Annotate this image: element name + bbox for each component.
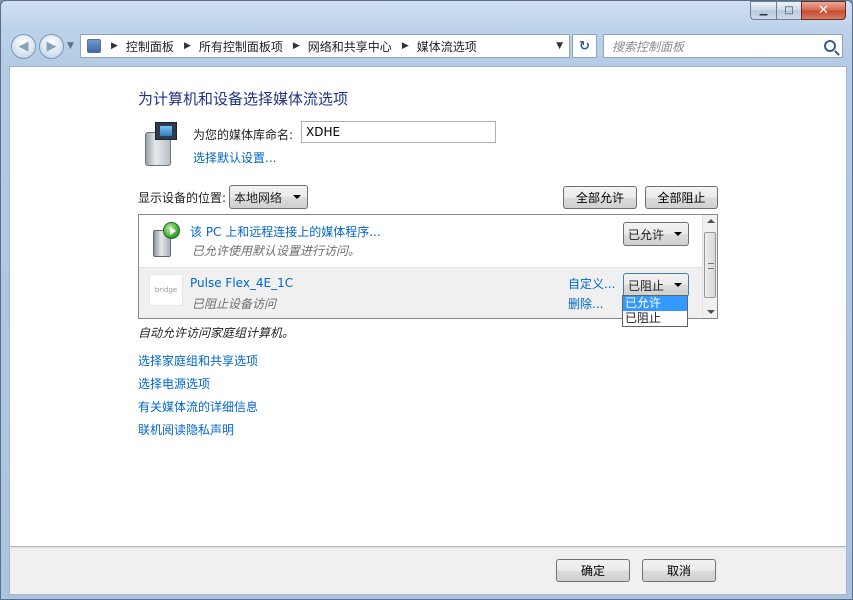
device-access-dropdown[interactable]: 已阻止 [623, 273, 689, 297]
device-row[interactable]: 该 PC 上和远程连接上的媒体程序... 已允许使用默认设置进行访问。 已允许 [139, 215, 703, 267]
refresh-icon: ↻ [579, 38, 590, 54]
caption-buttons: ▁ □ ✕ [750, 1, 846, 20]
homegroup-note: 自动允许访问家庭组计算机。 [138, 326, 295, 340]
scroll-up-icon[interactable] [707, 219, 715, 223]
library-name-label: 为您的媒体库命名: [193, 128, 294, 142]
back-arrow-icon: ◀ [18, 39, 29, 54]
customize-link[interactable]: 自定义... [568, 275, 615, 292]
chevron-down-icon [674, 232, 682, 236]
forward-arrow-icon: ▶ [46, 39, 57, 54]
library-name-input[interactable] [301, 121, 496, 143]
device-title[interactable]: 该 PC 上和远程连接上的媒体程序... [190, 223, 381, 240]
address-dropdown-icon[interactable]: ▼ [556, 41, 563, 51]
chevron-right-icon[interactable]: ▶ [402, 41, 409, 51]
device-title[interactable]: Pulse Flex_4E_1C [190, 276, 293, 290]
breadcrumb-media-streaming[interactable]: 媒体流选项 [417, 38, 477, 55]
related-links: 选择家庭组和共享选项 选择电源选项 有关媒体流的详细信息 联机阅读隐私声明 [138, 352, 258, 438]
minimize-icon: ▁ [759, 5, 768, 16]
vertical-scrollbar[interactable] [702, 215, 717, 318]
cancel-button[interactable]: 取消 [642, 559, 716, 582]
search-icon[interactable] [824, 40, 836, 52]
access-dropdown-list[interactable]: 已允许 已阻止 [622, 295, 688, 327]
chevron-right-icon[interactable]: ▶ [111, 41, 118, 51]
dropdown-option-blocked[interactable]: 已阻止 [623, 311, 687, 326]
scroll-thumb[interactable] [704, 232, 716, 298]
allow-all-button[interactable]: 全部允许 [563, 186, 637, 209]
breadcrumb-all-items[interactable]: 所有控制面板项 [199, 38, 283, 55]
search-box[interactable]: 搜索控制面板 [603, 34, 843, 58]
show-devices-dropdown[interactable]: 本地网络 [229, 185, 308, 209]
chevron-right-icon[interactable]: ▶ [184, 41, 191, 51]
dialog-footer: 确定 取消 [9, 547, 847, 595]
address-bar[interactable]: ▶ 控制面板 ▶ 所有控制面板项 ▶ 网络和共享中心 ▶ 媒体流选项 ▼ [80, 34, 570, 58]
device-row[interactable]: bridge Pulse Flex_4E_1C 已阻止设备访问 自定义... 删… [139, 267, 703, 318]
content-pane: 为计算机和设备选择媒体流选项 为您的媒体库命名: 选择默认设置... 显示设备的… [9, 66, 847, 547]
chevron-down-icon [674, 283, 682, 287]
show-devices-value: 本地网络 [234, 190, 283, 205]
back-button[interactable]: ◀ [11, 34, 36, 59]
device-status: 已允许使用默认设置进行访问。 [192, 244, 361, 258]
choose-default-settings-link[interactable]: 选择默认设置... [193, 149, 276, 166]
bridge-logo: bridge [149, 274, 183, 306]
media-library-icon [141, 120, 181, 168]
scroll-down-icon[interactable] [707, 310, 715, 314]
maximize-icon: □ [784, 5, 794, 16]
close-icon: ✕ [818, 3, 829, 18]
device-access-value: 已阻止 [628, 278, 665, 293]
dropdown-option-allowed[interactable]: 已允许 [623, 296, 687, 311]
forward-button[interactable]: ▶ [39, 34, 64, 59]
refresh-button[interactable]: ↻ [572, 34, 597, 58]
search-input[interactable]: 搜索控制面板 [612, 38, 684, 55]
show-devices-label: 显示设备的位置: [138, 191, 227, 205]
page-title: 为计算机和设备选择媒体流选项 [138, 90, 349, 108]
maximize-button[interactable]: □ [776, 1, 801, 20]
media-streaming-window: ▁ □ ✕ ◀ ▶ ▼ ▶ 控制面板 ▶ 所有控制面板项 ▶ 网络和共享中心 ▶… [0, 0, 853, 600]
chevron-down-icon [293, 195, 301, 199]
breadcrumb-network-center[interactable]: 网络和共享中心 [308, 38, 392, 55]
block-all-button[interactable]: 全部阻止 [645, 186, 718, 209]
device-access-dropdown[interactable]: 已允许 [623, 222, 689, 246]
breadcrumb-control-panel[interactable]: 控制面板 [126, 38, 174, 55]
device-status: 已阻止设备访问 [192, 297, 277, 311]
power-options-link[interactable]: 选择电源选项 [138, 375, 258, 392]
privacy-statement-link[interactable]: 联机阅读隐私声明 [138, 421, 258, 438]
close-button[interactable]: ✕ [801, 1, 846, 20]
control-panel-icon [87, 39, 101, 53]
recent-pages-dropdown[interactable]: ▼ [67, 41, 74, 51]
device-access-value: 已允许 [628, 227, 665, 242]
homegroup-sharing-link[interactable]: 选择家庭组和共享选项 [138, 352, 258, 369]
ok-button[interactable]: 确定 [556, 559, 630, 582]
media-program-icon [151, 222, 181, 258]
media-streaming-info-link[interactable]: 有关媒体流的详细信息 [138, 398, 258, 415]
delete-link[interactable]: 删除... [568, 295, 603, 312]
chevron-right-icon[interactable]: ▶ [293, 41, 300, 51]
minimize-button[interactable]: ▁ [750, 1, 776, 20]
